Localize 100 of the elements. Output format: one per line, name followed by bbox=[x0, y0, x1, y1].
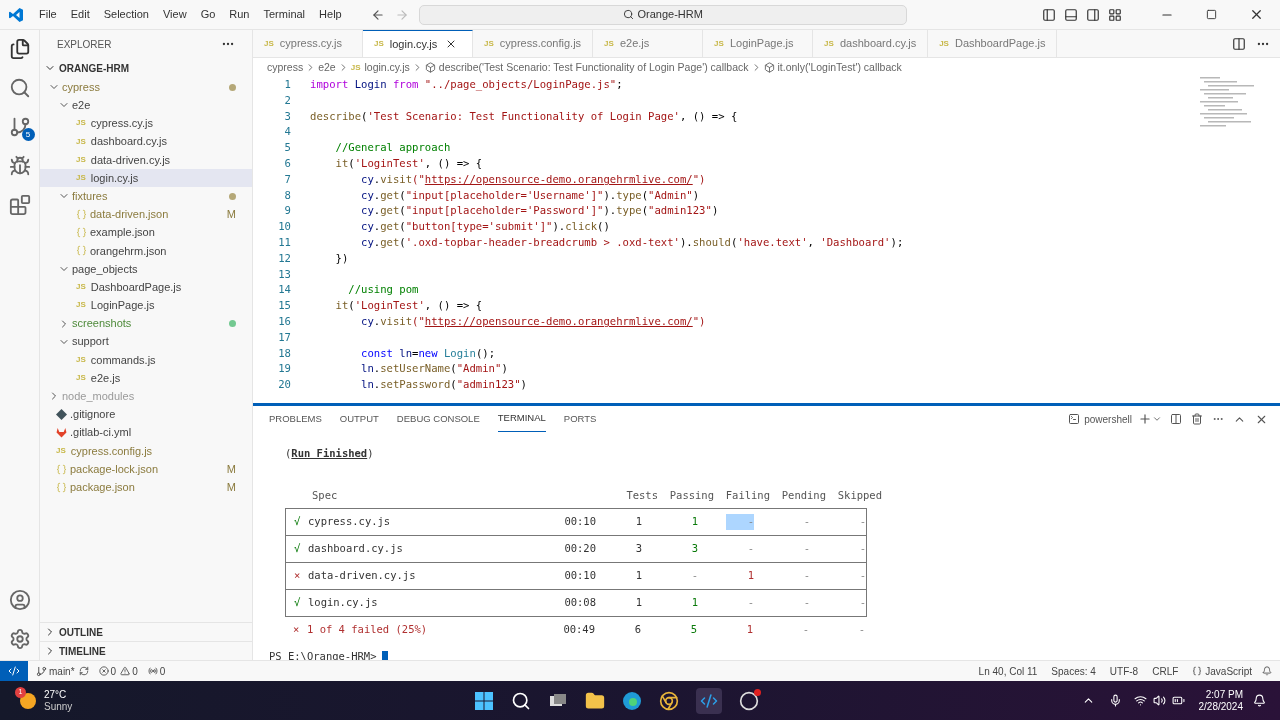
menu-item[interactable]: Help bbox=[312, 6, 349, 23]
status-item[interactable]: Ln 40, Col 11 bbox=[978, 663, 1038, 679]
breadcrumb-item[interactable]: it.only('LoginTest') callback bbox=[777, 59, 902, 76]
recorder-icon[interactable] bbox=[739, 690, 760, 711]
status-item[interactable]: CRLF bbox=[1152, 663, 1179, 679]
branch-name[interactable]: main* bbox=[49, 663, 75, 679]
tree-item[interactable]: JS cypress.config.js bbox=[40, 441, 252, 460]
entry-name: e2e bbox=[72, 98, 91, 114]
menu-item[interactable]: Edit bbox=[63, 6, 97, 23]
tree-item[interactable]: JS dashboard.cy.js bbox=[40, 132, 252, 151]
tree-item[interactable]: JS DashboardPage.js bbox=[40, 278, 252, 297]
tree-item[interactable]: JS data-driven.cy.js bbox=[40, 150, 252, 169]
tree-item[interactable]: e2e bbox=[40, 96, 252, 115]
tree-item[interactable]: JS LoginPage.js bbox=[40, 296, 252, 315]
start-icon[interactable] bbox=[474, 690, 495, 711]
tree-item[interactable]: fixtures bbox=[40, 187, 252, 206]
section-header[interactable]: OUTLINE bbox=[40, 622, 252, 641]
editor-tab[interactable]: JS LoginPage.js bbox=[703, 30, 814, 57]
error-count[interactable]: 0 bbox=[110, 663, 117, 679]
code-line: ln.setUserName("Admin") bbox=[360, 361, 508, 377]
editor-tab[interactable]: JS login.cy.js bbox=[363, 30, 473, 57]
menu-item[interactable]: Run bbox=[222, 6, 257, 23]
panel-toggle-icon[interactable] bbox=[1064, 7, 1078, 22]
command-center[interactable]: Orange-HRM bbox=[418, 4, 907, 25]
browser-icon[interactable] bbox=[622, 690, 643, 711]
editor-tab[interactable]: JS dashboard.cy.js bbox=[813, 30, 929, 57]
panel-tab[interactable]: PROBLEMS bbox=[269, 406, 322, 432]
tree-item[interactable]: package.json M bbox=[40, 478, 252, 497]
layout-icon[interactable] bbox=[1108, 7, 1122, 22]
tree-item[interactable]: JS commands.js bbox=[40, 350, 252, 369]
panel-tab[interactable]: OUTPUT bbox=[339, 406, 379, 432]
chevron-down-icon[interactable] bbox=[1152, 414, 1162, 424]
panel-tab[interactable]: DEBUG CONSOLE bbox=[396, 406, 480, 432]
duration: 00:10 bbox=[563, 514, 596, 530]
account-icon[interactable] bbox=[8, 589, 31, 611]
battery-icon[interactable] bbox=[1171, 694, 1185, 707]
language-mode[interactable]: JavaScript bbox=[1205, 663, 1252, 679]
breadcrumb-item[interactable]: e2e bbox=[318, 59, 336, 76]
menu-item[interactable]: Go bbox=[193, 6, 223, 23]
folder-icon[interactable] bbox=[585, 690, 606, 711]
explorer-icon[interactable] bbox=[8, 38, 31, 60]
search-icon[interactable] bbox=[511, 690, 532, 711]
maximize-icon[interactable] bbox=[1206, 9, 1217, 20]
temperature[interactable]: 27°C bbox=[44, 688, 73, 701]
bell-icon[interactable] bbox=[1253, 694, 1266, 707]
ports-count[interactable]: 0 bbox=[159, 663, 166, 679]
remote-button[interactable] bbox=[0, 661, 28, 681]
tree-item[interactable]: support bbox=[40, 332, 252, 351]
breadcrumb-item[interactable]: cypress bbox=[267, 59, 304, 76]
tree-item[interactable]: package-lock.json M bbox=[40, 459, 252, 479]
status-item[interactable]: Spaces: 4 bbox=[1051, 663, 1096, 679]
sync-icon[interactable] bbox=[78, 666, 89, 676]
status-item[interactable]: UTF-8 bbox=[1109, 663, 1139, 679]
run-debug-icon[interactable] bbox=[8, 155, 31, 177]
entry-name: package.json bbox=[70, 479, 135, 495]
git-status-letter: M bbox=[226, 207, 236, 223]
vscode-icon[interactable] bbox=[696, 687, 723, 714]
microphone-icon[interactable] bbox=[1108, 694, 1122, 707]
settings-icon[interactable] bbox=[8, 628, 31, 650]
source-control-icon[interactable] bbox=[8, 116, 31, 138]
breadcrumb-item[interactable]: describe('Test Scenario: Test Functionality of Login Page') callback bbox=[438, 59, 749, 76]
tree-item[interactable]: screenshots bbox=[40, 314, 252, 333]
split-editor-icon[interactable] bbox=[1232, 36, 1246, 51]
tree-item[interactable]: cypress bbox=[40, 78, 252, 97]
chrome-icon[interactable] bbox=[659, 690, 680, 711]
tree-item[interactable]: JS e2e.js bbox=[40, 369, 252, 388]
menu-item[interactable]: Terminal bbox=[256, 6, 313, 23]
tree-item[interactable]: JS login.cy.js bbox=[40, 168, 252, 188]
panel-tab[interactable]: PORTS bbox=[563, 406, 597, 432]
speaker-icon[interactable] bbox=[1152, 694, 1166, 707]
menu-item[interactable]: View bbox=[155, 6, 194, 23]
editor-tab[interactable]: JS e2e.js bbox=[593, 30, 704, 57]
tree-item[interactable]: example.json bbox=[40, 223, 252, 242]
tree-item[interactable]: orangehrm.json bbox=[40, 241, 252, 260]
warning-count[interactable]: 0 bbox=[132, 663, 138, 679]
clock-date[interactable]: 2/28/2024 bbox=[1198, 700, 1243, 713]
weather-condition[interactable]: Sunny bbox=[44, 700, 73, 713]
tree-item[interactable]: data-driven.json M bbox=[40, 205, 252, 224]
editor-tab[interactable]: JS DashboardPage.js bbox=[928, 30, 1058, 57]
terminal-name[interactable]: powershell bbox=[1084, 411, 1132, 427]
breadcrumb-item[interactable]: login.cy.js bbox=[364, 59, 410, 76]
wifi-icon[interactable] bbox=[1133, 694, 1147, 707]
menu-item[interactable]: Selection bbox=[96, 6, 156, 23]
tree-item[interactable]: JS cypress.cy.js bbox=[40, 114, 252, 133]
project-header[interactable]: ORANGE-HRM bbox=[40, 58, 252, 78]
extensions-icon[interactable] bbox=[8, 194, 31, 216]
tree-item[interactable]: page_objects bbox=[40, 259, 252, 279]
tree-item[interactable]: .gitlab-ci.yml bbox=[40, 423, 252, 442]
sidebar-toggle-icon[interactable] bbox=[1042, 7, 1056, 22]
clock-time[interactable]: 2:07 PM bbox=[1205, 688, 1243, 701]
back-arrow-icon[interactable] bbox=[370, 7, 385, 22]
split-terminal-icon[interactable] bbox=[1170, 413, 1182, 425]
menu-item[interactable]: File bbox=[32, 6, 64, 23]
editor-tab[interactable]: JS cypress.config.js bbox=[473, 30, 594, 57]
plus-icon[interactable] bbox=[1138, 412, 1152, 426]
secondary-sidebar-icon[interactable] bbox=[1086, 7, 1100, 22]
panel-tab[interactable]: TERMINAL bbox=[497, 406, 546, 432]
trash-icon[interactable] bbox=[1191, 413, 1203, 425]
tree-item[interactable]: .gitignore bbox=[40, 405, 252, 424]
close-icon[interactable] bbox=[1249, 7, 1264, 22]
